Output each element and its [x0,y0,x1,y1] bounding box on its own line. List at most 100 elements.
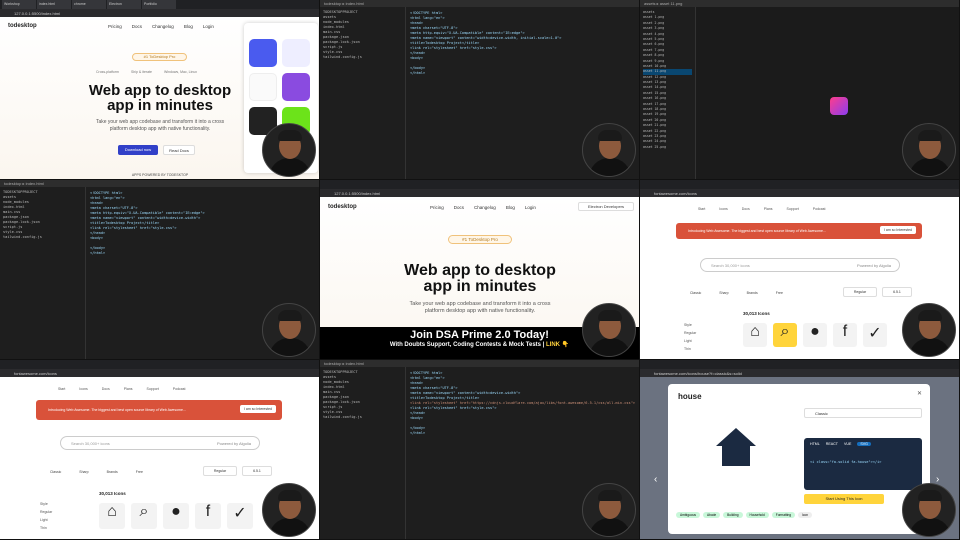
todesktop-logo[interactable]: todesktop [328,204,357,210]
icon-search-input[interactable]: Search 30,000+ icons Powered by Algolia [60,436,260,450]
code-tab-active[interactable]: SVG [857,442,871,446]
nav-link[interactable]: Pricing [108,24,122,29]
code-tab[interactable]: HTML [810,442,820,446]
explorer-item[interactable]: tailwind.config.js [323,55,402,60]
browser-tab[interactable]: Portfolio [142,0,176,9]
filter-option[interactable]: Free [776,291,783,295]
browser-tab[interactable]: Electron [107,0,141,9]
filter-option[interactable]: Sharp [79,470,88,474]
nav-link[interactable]: Blog [184,24,193,29]
tag[interactable]: Household [745,512,769,518]
user-icon-card[interactable]: ● [163,503,189,529]
magnifying-glass-icon-card[interactable]: ⌕ [131,503,157,529]
nav-link[interactable]: Login [203,24,214,29]
icon-search-input[interactable]: Search 30,000+ icons Powered by Algolia [700,258,900,272]
announcement-badge[interactable]: #1 ToDesktop Pro [448,235,512,244]
tag[interactable]: Abode [702,512,721,518]
nav-link[interactable]: Start [698,207,705,211]
tag[interactable]: Building [723,512,743,518]
address-bar[interactable]: 127.0.0.1:5500/index.html [320,189,639,197]
electron-developers-button[interactable]: Electron Developers [578,202,634,211]
nav-link[interactable]: Podcast [813,207,826,211]
nav-link[interactable]: Start [58,387,65,391]
explorer-item[interactable]: tailwind.config.js [3,235,82,240]
code-tab[interactable]: VUE [844,442,851,446]
browser-tab[interactable]: index.html [37,0,71,9]
banner-button[interactable]: I am so Interested [239,405,276,413]
magnifying-glass-icon-card[interactable]: ⌕ [773,323,797,347]
promo-link[interactable]: LINK 👇 [546,342,569,348]
nav-link[interactable]: Icons [719,207,727,211]
nav-link[interactable]: Plans [764,207,773,211]
banner-button[interactable]: I am so Interested [879,226,916,234]
filter-option[interactable]: Brands [747,291,758,295]
style-select[interactable]: Regular [843,287,877,297]
nav-link[interactable]: Docs [454,205,464,210]
tag[interactable]: Icon [798,512,813,518]
user-icon-card[interactable]: ● [803,323,827,347]
category-item[interactable]: Thin [40,524,52,532]
category-item[interactable]: Light [684,337,696,345]
browser-tab[interactable]: chrome [72,0,106,9]
house-icon-card[interactable]: ⌂ [743,323,767,347]
video-thumbnail-grid: Workshop index.html chrome Electron Port… [0,0,960,540]
nav-link[interactable]: Blog [506,205,515,210]
nav-link[interactable]: Podcast [173,387,186,391]
tag[interactable]: Ambiguous [676,512,700,518]
start-using-button[interactable]: Start Using This Icon [804,494,884,504]
category-item[interactable]: Style [684,321,696,329]
nav-link[interactable]: Pricing [430,205,444,210]
tag[interactable]: Formatting [771,512,795,518]
nav-link[interactable]: Plans [124,387,133,391]
nav-link[interactable]: Changelog [474,205,496,210]
prev-arrow-icon[interactable]: ‹ [654,474,657,485]
explorer-item[interactable]: tailwind.config.js [323,415,402,420]
web-awesome-banner: Introducing Web Awesome. The biggest and… [36,400,282,420]
tile-todesktop-site: Workshop index.html chrome Electron Port… [0,0,319,179]
category-item[interactable]: Light [40,516,52,524]
facebook-icon-card[interactable]: f [833,323,857,347]
address-bar[interactable]: fontawesome.com/icons [640,189,959,197]
filter-option[interactable]: Free [136,470,143,474]
code-snippet[interactable]: <i class="fa-solid fa-house"></i> [804,450,922,474]
announcement-badge[interactable]: #1 ToDesktop Pro [132,53,187,61]
filter-option[interactable]: Sharp [719,291,728,295]
download-button[interactable]: Download now [118,145,158,155]
nav-link[interactable]: Changelog [152,24,174,29]
asset-item[interactable]: asset 25.png [643,145,692,150]
file-explorer: TODESKTOPPROJECT assets node_modules ind… [320,7,406,179]
version-select[interactable]: 6.5.1 [242,466,272,476]
nav-link[interactable]: Icons [79,387,87,391]
fa-top-nav: Start Icons Docs Plans Support Podcast [58,387,185,391]
filter-option[interactable]: Classic [50,470,61,474]
read-docs-button[interactable]: Read Docs [163,145,195,155]
address-bar[interactable]: fontawesome.com/icons [0,369,319,377]
filter-option[interactable]: Classic [690,291,701,295]
check-icon-card[interactable]: ✓ [863,323,887,347]
nav-link[interactable]: Login [525,205,536,210]
todesktop-logo[interactable]: todesktop [8,23,37,29]
nav-link[interactable]: Support [147,387,159,391]
category-item[interactable]: Regular [684,329,696,337]
code-tab[interactable]: REACT [826,442,838,446]
category-item[interactable]: Style [40,500,52,508]
style-select[interactable]: Regular [203,466,237,476]
version-select[interactable]: 6.5.1 [882,287,912,297]
feature-item: Windows, Mac, Linux [163,70,198,74]
close-icon[interactable]: ✕ [917,390,922,397]
house-icon-card[interactable]: ⌂ [99,503,125,529]
nav-link[interactable]: Docs [102,387,110,391]
nav-link[interactable]: Support [787,207,799,211]
check-icon-card[interactable]: ✓ [227,503,253,529]
facebook-icon-card[interactable]: f [195,503,221,529]
browser-tab-bar [0,360,319,369]
category-item[interactable]: Regular [40,508,52,516]
category-item[interactable]: Thin [684,345,696,353]
browser-tab[interactable]: Workshop [2,0,36,9]
family-style-select[interactable]: Classic [804,408,922,418]
nav-link[interactable]: Docs [132,24,142,29]
address-bar[interactable]: fontawesome.com/icons/house?f=classic&s=… [640,369,959,377]
filter-option[interactable]: Brands [107,470,118,474]
nav-link[interactable]: Docs [742,207,750,211]
address-bar[interactable]: 127.0.0.1:5500/index.html [0,9,319,17]
